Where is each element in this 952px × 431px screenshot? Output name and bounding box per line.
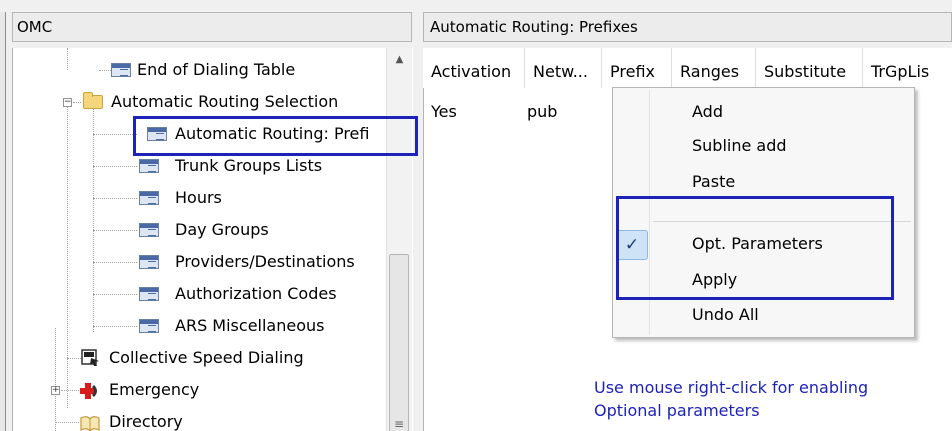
table-icon <box>139 287 159 301</box>
tree-connector <box>55 422 79 424</box>
column-header-substitute[interactable]: Substitute <box>756 48 863 88</box>
menu-item-paste[interactable]: Paste <box>613 166 914 198</box>
tree-item-ars-miscellaneous[interactable]: ARS Miscellaneous <box>13 312 383 340</box>
tree-item-authorization-codes[interactable]: Authorization Codes <box>13 280 383 308</box>
grip-icon: ≡ <box>394 417 405 431</box>
table-header: Activation Netw... Prefix Ranges Substit… <box>423 48 952 88</box>
left-pane-title: OMC <box>12 12 412 42</box>
tree-scrollbar[interactable]: ▲ ≡ <box>386 48 412 431</box>
menu-item-subline-add[interactable]: Subline add <box>613 130 914 162</box>
tree-item-emergency[interactable]: + Emergency <box>13 376 383 404</box>
column-header-network[interactable]: Netw... <box>525 48 602 88</box>
emergency-icon <box>80 383 97 399</box>
cell-activation[interactable]: Yes <box>431 102 457 122</box>
table-icon <box>111 63 131 77</box>
table-icon <box>139 191 159 205</box>
annotation-line-1: Use mouse right-click for enabling <box>594 378 869 397</box>
tree-item-label: Trunk Groups Lists <box>175 156 323 175</box>
window-edge <box>0 12 6 431</box>
tree-connector <box>99 70 111 72</box>
tree-item-directory[interactable]: Directory <box>13 408 383 431</box>
menu-item-add[interactable]: Add <box>613 96 914 128</box>
cell-network[interactable]: pub <box>527 102 557 122</box>
tree-item-end-of-dialing-table[interactable]: End of Dialing Table <box>13 56 383 84</box>
tree-connector <box>93 198 137 200</box>
tree-connector <box>67 358 81 360</box>
tree-item-label: Hours <box>175 188 222 207</box>
tree-connector <box>61 390 79 392</box>
annotation-line-2: Optional parameters <box>594 401 760 420</box>
folder-icon <box>83 92 103 109</box>
tree-item-label: ARS Miscellaneous <box>175 316 325 335</box>
tree-connector <box>93 326 137 328</box>
tree-connector <box>93 166 137 168</box>
table-icon <box>139 159 159 173</box>
tree-item-trunk-groups-lists[interactable]: Trunk Groups Lists <box>13 152 383 180</box>
highlight-frame-tree-item <box>133 116 418 156</box>
scroll-thumb[interactable]: ≡ <box>389 254 409 431</box>
tree-item-collective-speed-dialing[interactable]: Collective Speed Dialing <box>13 344 383 372</box>
navigation-tree: End of Dialing Table − Automatic Routing… <box>12 48 413 431</box>
table-icon <box>139 319 159 333</box>
tree-item-providers-destinations[interactable]: Providers/Destinations <box>13 248 383 276</box>
tree-item-label: Emergency <box>109 380 200 399</box>
table-icon <box>139 255 159 269</box>
tree-item-label: Authorization Codes <box>175 284 337 303</box>
scroll-up-arrow-icon[interactable]: ▲ <box>387 54 412 74</box>
tree-item-label: End of Dialing Table <box>137 60 296 79</box>
tree-connector <box>73 102 81 104</box>
expand-icon[interactable]: + <box>51 386 60 395</box>
tree-item-hours[interactable]: Hours <box>13 184 383 212</box>
column-header-activation[interactable]: Activation <box>423 48 525 88</box>
tree-item-label: Providers/Destinations <box>175 252 355 271</box>
highlight-frame-menu-items <box>616 196 894 300</box>
tree-item-label: Automatic Routing Selection <box>111 92 339 111</box>
column-header-prefix[interactable]: Prefix <box>602 48 672 88</box>
column-header-trgplist[interactable]: TrGpLis <box>863 48 952 88</box>
column-header-ranges[interactable]: Ranges <box>672 48 756 88</box>
menu-item-undo-all[interactable]: Undo All <box>613 299 914 331</box>
table-icon <box>139 223 159 237</box>
tree-item-label: Day Groups <box>175 220 269 239</box>
tree-connector <box>93 230 137 232</box>
tree-item-label: Collective Speed Dialing <box>109 348 304 367</box>
annotation-note: Use mouse right-click for enabling Optio… <box>594 376 924 422</box>
tree-item-automatic-routing-selection[interactable]: − Automatic Routing Selection <box>13 88 383 116</box>
collapse-icon[interactable]: − <box>63 98 72 107</box>
tree-item-day-groups[interactable]: Day Groups <box>13 216 383 244</box>
tree-connector <box>93 262 137 264</box>
directory-icon <box>80 416 100 431</box>
tree-connector <box>93 294 137 296</box>
speed-dial-icon <box>81 349 99 366</box>
right-pane-title: Automatic Routing: Prefixes <box>423 12 952 42</box>
tree-connector <box>93 134 137 136</box>
tree-item-label: Directory <box>109 412 183 431</box>
